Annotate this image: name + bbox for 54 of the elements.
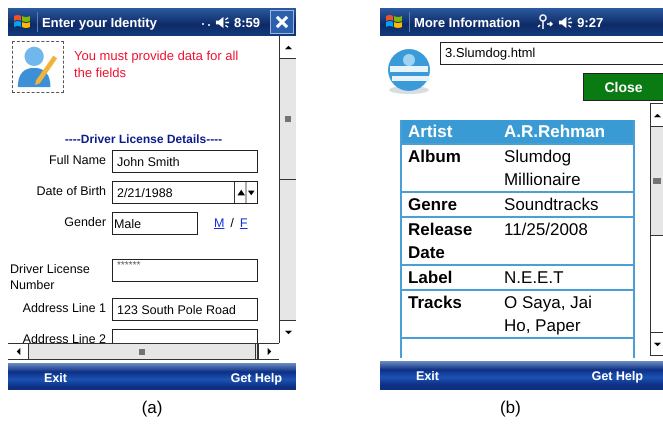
input-field[interactable]: Male: [112, 212, 198, 235]
table-cell-text: Artist: [408, 121, 454, 143]
scroll-right-icon[interactable]: [258, 344, 279, 359]
table-cell-text: O Saya, Jai Ho, Paper: [504, 292, 593, 337]
input-field[interactable]: 123 South Pole Road: [112, 298, 258, 321]
field-label: Address Line 1: [22, 300, 106, 316]
input-field[interactable]: John Smith: [112, 150, 258, 173]
table-cell-text: A.R.Rehman: [504, 121, 606, 143]
soft-key[interactable]: Exit: [44, 371, 67, 385]
soft-key[interactable]: Get Help: [230, 371, 282, 385]
table-cell-text: Tracks: [408, 292, 463, 314]
field-label: Full Name: [48, 152, 106, 168]
window-title: Enter your Identity: [42, 14, 158, 30]
table-cell-text: Label: [408, 267, 454, 289]
windows-logo-icon[interactable]: [12, 12, 38, 32]
windows-logo-icon[interactable]: [384, 12, 410, 32]
field-label: Date of Birth: [36, 183, 106, 199]
section-heading: ----Driver License Details----: [64, 132, 224, 146]
scroll-up-icon[interactable]: [280, 36, 296, 59]
close-button[interactable]: [270, 10, 294, 34]
field-label: Address Line 2: [22, 331, 106, 343]
table-cell-text: Slumdog Millionaire: [504, 146, 582, 191]
vertical-scrollbar[interactable]: [279, 36, 296, 343]
field-label: Driver License Number: [9, 261, 91, 293]
table-cell-text: 11/25/2008: [504, 219, 589, 241]
clock[interactable]: 9:27: [577, 14, 604, 30]
connectivity-icon[interactable]: [536, 14, 554, 30]
window-title: More Information: [414, 14, 520, 30]
speaker-icon[interactable]: [558, 14, 574, 30]
table-cell-text: Soundtracks: [504, 194, 600, 216]
clock[interactable]: 8:59: [234, 14, 260, 30]
scroll-left-icon[interactable]: [8, 344, 29, 359]
table-cell-text: Album: [408, 146, 462, 168]
separator-text: /: [230, 216, 234, 230]
address-field[interactable]: 3.Slumdog.html: [440, 42, 663, 65]
figure-caption: (a): [142, 398, 162, 418]
password-field[interactable]: ******: [112, 259, 258, 282]
date-picker[interactable]: 2/21/1988: [112, 181, 258, 204]
speaker-icon[interactable]: [214, 14, 230, 30]
error-message: You must provide data for all the fields: [74, 47, 239, 82]
table-cell-text: N.E.E.T: [504, 267, 565, 289]
vertical-scrollbar[interactable]: [650, 103, 663, 356]
soft-key[interactable]: Exit: [416, 369, 439, 383]
scroll-thumb[interactable]: [651, 127, 663, 236]
gender-link[interactable]: F: [240, 216, 248, 230]
soft-key[interactable]: Get Help: [592, 369, 643, 383]
spinner-arrows-icon[interactable]: [234, 182, 257, 203]
field-label: Gender: [63, 214, 106, 230]
gender-link[interactable]: M: [214, 216, 224, 230]
close-button[interactable]: Close: [583, 73, 663, 101]
table-cell-text: Release Date: [408, 219, 474, 264]
close-icon: [273, 13, 291, 31]
table-cell-text: Genre: [408, 194, 458, 216]
figure-caption: (b): [500, 398, 521, 418]
